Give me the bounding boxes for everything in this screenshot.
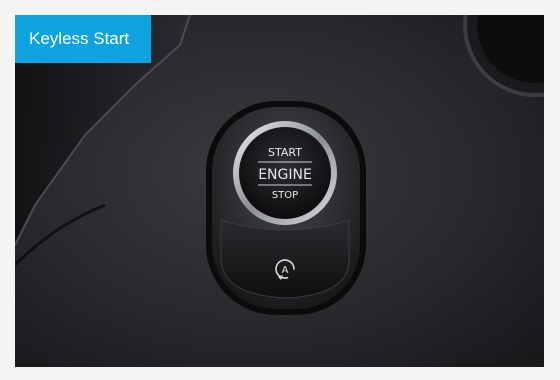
button-label-stop: STOP — [272, 190, 298, 201]
caption-badge: Keyless Start — [15, 15, 151, 63]
page-frame: START ENGINE STOP A Keyless Start — [0, 0, 560, 380]
photo-illustration: START ENGINE STOP A — [15, 15, 544, 367]
auto-icon-letter: A — [282, 265, 289, 276]
button-label-engine: ENGINE — [258, 167, 312, 183]
auto-start-stop-panel — [220, 219, 350, 299]
button-label-start: START — [268, 146, 302, 159]
photo: START ENGINE STOP A — [15, 15, 544, 367]
